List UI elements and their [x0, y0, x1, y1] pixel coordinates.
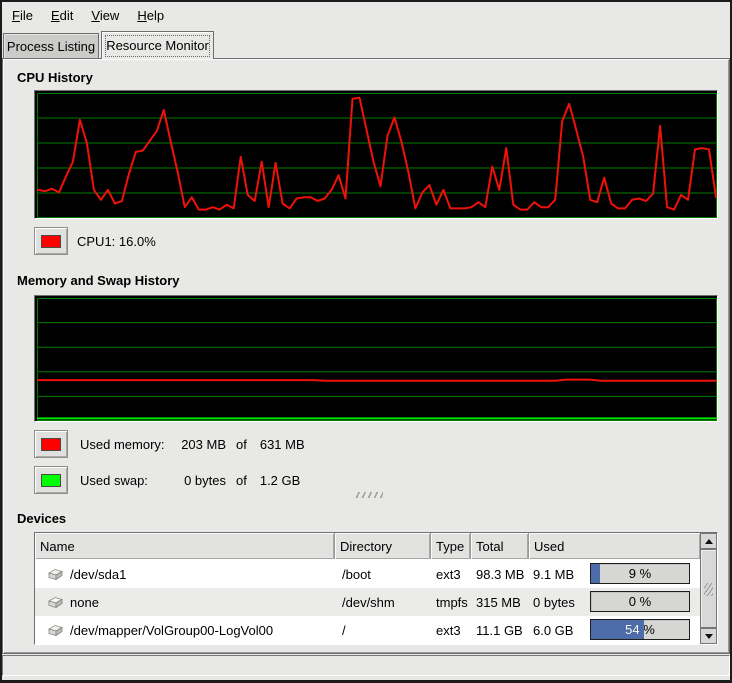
tab-process-listing[interactable]: Process Listing: [3, 33, 99, 58]
memory-color-swatch-button[interactable]: [34, 430, 68, 458]
memory-swap-graph: [34, 295, 718, 422]
devices-title: Devices: [17, 511, 66, 526]
column-header-total[interactable]: Total: [471, 533, 529, 559]
used-swap-of: of: [236, 473, 247, 488]
cpu1-color-swatch-fill: [41, 235, 61, 248]
swap-color-swatch-button[interactable]: [34, 466, 68, 494]
device-name: none: [70, 595, 99, 610]
cpu-history-chart: [37, 93, 717, 218]
device-total: 315 MB: [476, 595, 521, 610]
arrow-down-icon: [705, 634, 713, 639]
tab-process-listing-label: Process Listing: [7, 39, 95, 54]
table-row[interactable]: /dev/sda1 /boot ext3 98.3 MB 9.1 MB 9 % …: [35, 560, 700, 588]
used-memory-legend: Used memory: 203 MB of 631 MB: [34, 429, 305, 459]
scrollbar-down-button[interactable]: [700, 628, 717, 644]
device-directory: /: [342, 623, 346, 638]
menu-file[interactable]: File: [3, 4, 42, 27]
used-memory-value: 203 MB: [178, 437, 226, 452]
devices-table-header: Name Directory Type Total Used: [35, 533, 700, 559]
total-swap-value: 1.2 GB: [260, 473, 300, 488]
tab-resource-monitor[interactable]: Resource Monitor: [101, 31, 214, 59]
column-header-used[interactable]: Used: [529, 533, 700, 559]
device-type: tmpfs: [436, 595, 468, 610]
swap-color-swatch-fill: [41, 474, 61, 487]
disk-icon: [47, 596, 64, 609]
total-memory-value: 631 MB: [260, 437, 305, 452]
cpu-history-title: CPU History: [17, 70, 93, 85]
cpu-history-graph: [34, 90, 718, 219]
devices-vertical-scrollbar: [700, 533, 717, 644]
progress-percent-label: 0 %: [591, 592, 689, 611]
usage-progress-bar: 0 % 0 %: [590, 591, 690, 612]
device-directory: /boot: [342, 567, 371, 582]
used-swap-legend: Used swap: 0 bytes of 1.2 GB: [34, 465, 300, 495]
tabbar: Process Listing Resource Monitor: [2, 30, 730, 60]
usage-progress-bar: 9 % 9 %: [590, 563, 690, 584]
device-used: 0 bytes: [533, 595, 575, 610]
resource-monitor-page: CPU History CPU1: 16.0% Memory and Swap …: [2, 58, 730, 654]
device-name: /dev/sda1: [70, 567, 126, 582]
pane-resize-grip[interactable]: [355, 490, 383, 499]
used-swap-value: 0 bytes: [178, 473, 226, 488]
used-memory-of: of: [236, 437, 247, 452]
table-row[interactable]: /dev/mapper/VolGroup00-LogVol00 / ext3 1…: [35, 616, 700, 644]
device-used: 6.0 GB: [533, 623, 573, 638]
device-used: 9.1 MB: [533, 567, 574, 582]
usage-progress-bar: 54 % 54 %: [590, 619, 690, 640]
memory-swap-chart: [37, 298, 717, 421]
table-row[interactable]: none /dev/shm tmpfs 315 MB 0 bytes 0 % 0…: [35, 588, 700, 616]
disk-icon: [47, 624, 64, 637]
menu-view[interactable]: View: [82, 4, 128, 27]
device-total: 11.1 GB: [476, 623, 523, 638]
system-monitor-window: File Edit View Help Process Listing Reso…: [0, 0, 732, 683]
used-swap-label: Used swap:: [80, 473, 178, 488]
column-header-directory[interactable]: Directory: [335, 533, 431, 559]
menu-help[interactable]: Help: [128, 4, 173, 27]
column-header-name[interactable]: Name: [35, 533, 335, 559]
device-type: ext3: [436, 623, 461, 638]
device-name: /dev/mapper/VolGroup00-LogVol00: [70, 623, 273, 638]
cpu-legend: CPU1: 16.0%: [34, 226, 156, 256]
device-directory: /dev/shm: [342, 595, 395, 610]
cpu1-color-swatch-button[interactable]: [34, 227, 68, 255]
device-type: ext3: [436, 567, 461, 582]
memory-swap-title: Memory and Swap History: [17, 273, 180, 288]
cpu1-usage-label: CPU1: 16.0%: [77, 234, 156, 249]
used-memory-label: Used memory:: [80, 437, 178, 452]
device-total: 98.3 MB: [476, 567, 524, 582]
statusbar: [2, 655, 730, 676]
menu-edit[interactable]: Edit: [42, 4, 82, 27]
tab-resource-monitor-label: Resource Monitor: [106, 38, 209, 53]
devices-table: Name Directory Type Total Used /dev/sda1…: [34, 532, 718, 645]
arrow-up-icon: [705, 539, 713, 544]
scrollbar-thumb[interactable]: [700, 549, 717, 628]
progress-percent-label: 9 %: [591, 564, 689, 583]
menubar: File Edit View Help: [2, 2, 730, 29]
scrollbar-up-button[interactable]: [700, 533, 717, 549]
memory-color-swatch-fill: [41, 438, 61, 451]
disk-icon: [47, 568, 64, 581]
column-header-type[interactable]: Type: [431, 533, 471, 559]
